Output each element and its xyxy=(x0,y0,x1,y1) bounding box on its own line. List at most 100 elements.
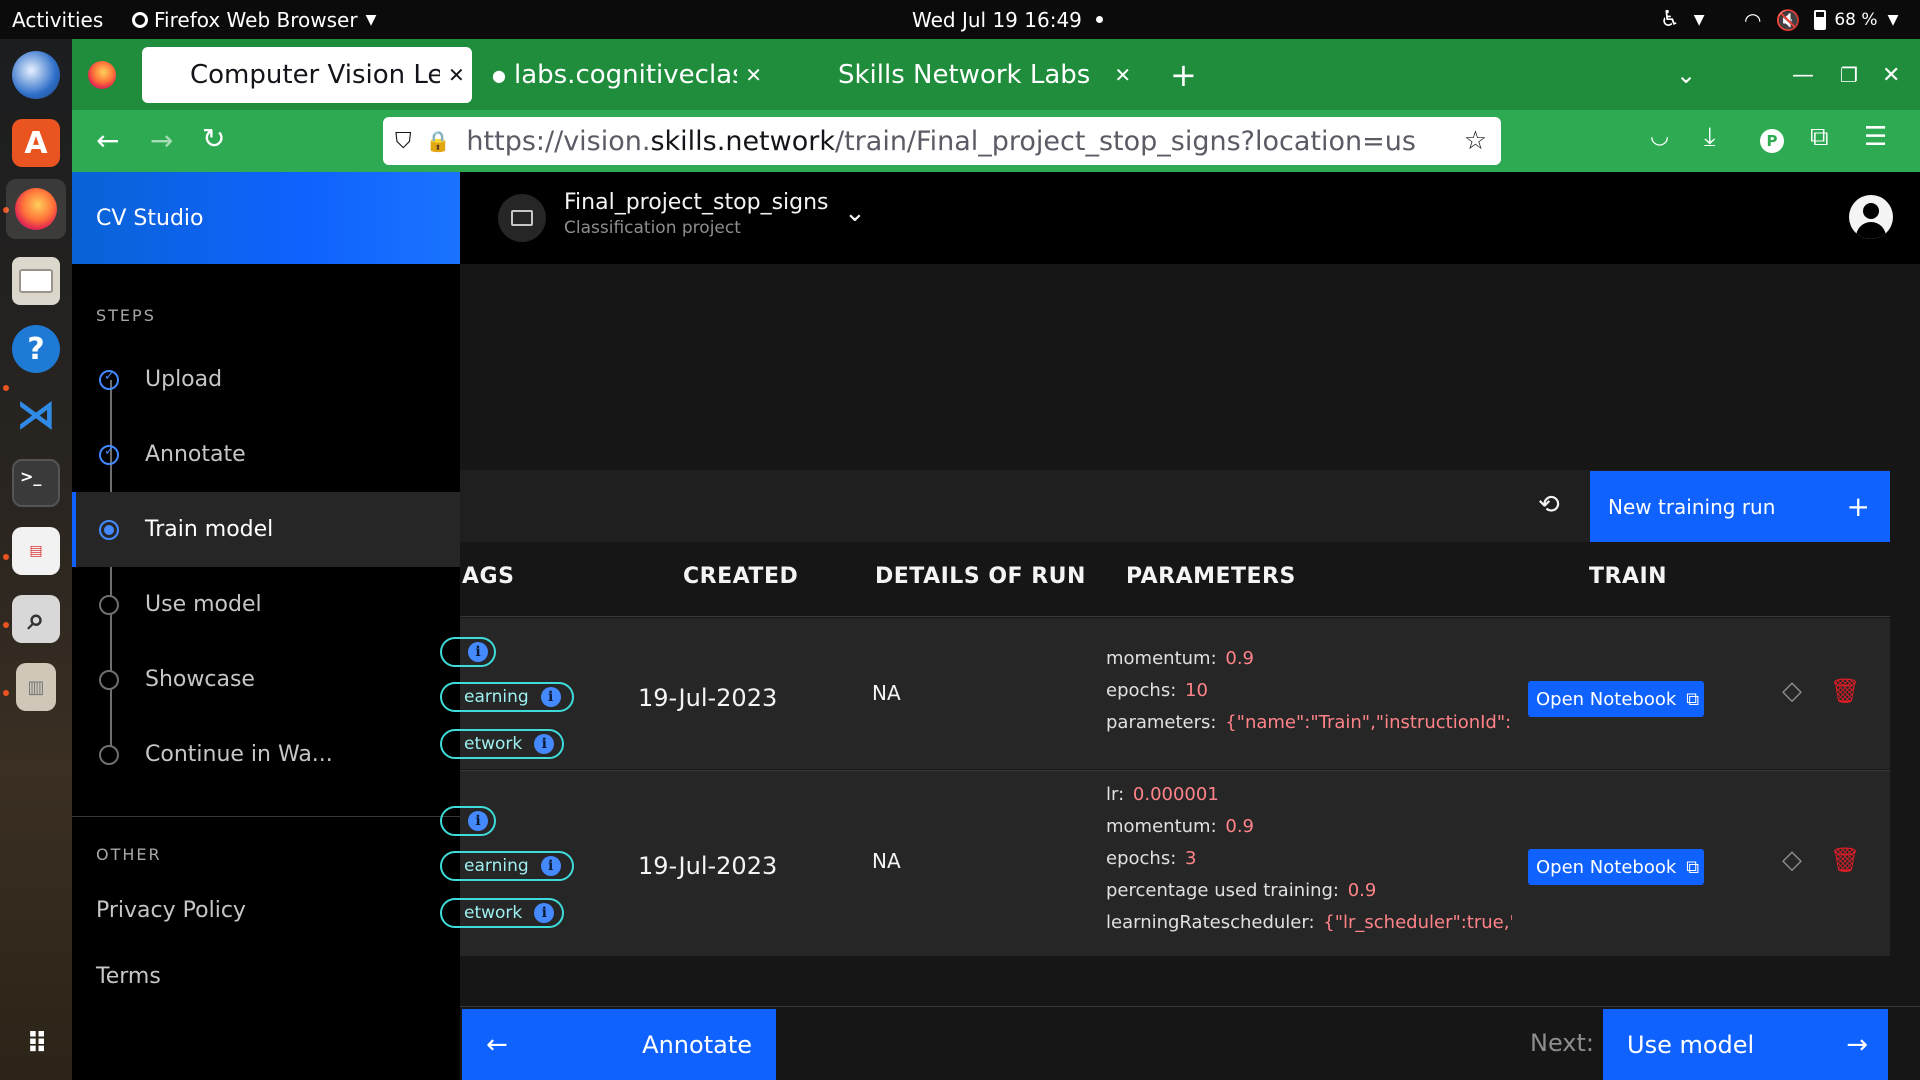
param-epochs: epochs: 10 xyxy=(1106,680,1512,701)
param-learning-rate-scheduler: learningRatescheduler: {"lr_scheduler":t… xyxy=(1106,912,1512,933)
firefox-small-icon xyxy=(132,11,148,28)
thunderbird-icon[interactable] xyxy=(12,51,60,99)
param-value: 0.000001 xyxy=(1129,784,1222,805)
param-percentage-used-training: percentage used training: 0.9 xyxy=(1106,880,1512,901)
info-icon[interactable]: i xyxy=(540,687,561,707)
tab-computer-vision[interactable]: Computer Vision Lea ✕ xyxy=(142,47,472,103)
step-footer: ← Annotate Next: Use model → xyxy=(460,1006,1920,1080)
brand-header[interactable]: CV Studio xyxy=(72,172,460,264)
app-center-icon[interactable]: A xyxy=(12,119,60,167)
delete-trash-icon[interactable]: 🗑 xyxy=(1830,846,1860,874)
param-key: momentum: xyxy=(1106,816,1217,837)
tab-labs-cognitiveclass[interactable]: ● labs.cognitiveclass.ai ✕ xyxy=(492,47,762,103)
restore-button[interactable]: ❐ xyxy=(1840,47,1858,103)
diamond-icon[interactable]: ◇ xyxy=(1782,845,1802,875)
list-all-tabs-button[interactable]: ⌄ xyxy=(1676,47,1696,103)
info-icon[interactable]: i xyxy=(540,856,561,876)
terminal-icon[interactable]: >_ xyxy=(12,459,60,507)
close-icon[interactable]: ✕ xyxy=(448,63,465,87)
tag-pill[interactable]: earning i xyxy=(440,682,574,712)
project-type: Classification project xyxy=(564,218,741,238)
step-upload[interactable]: ✓ Upload xyxy=(72,342,460,417)
lock-icon[interactable]: 🔒 xyxy=(426,129,451,153)
minimize-icon: — xyxy=(1792,62,1814,88)
document-viewer-icon[interactable]: ▤ xyxy=(12,527,60,575)
forward-arrow-icon[interactable]: → xyxy=(150,124,173,157)
step-train-model[interactable]: Train model xyxy=(72,492,460,567)
terms-link[interactable]: Terms xyxy=(96,964,161,989)
param-key: learningRatescheduler: xyxy=(1106,912,1315,933)
delete-trash-icon[interactable]: 🗑 xyxy=(1830,677,1860,705)
close-icon[interactable]: ✕ xyxy=(745,63,762,87)
running-indicator xyxy=(3,622,9,628)
files-icon[interactable] xyxy=(12,257,60,305)
archive-icon[interactable]: ▥ xyxy=(16,663,56,711)
tag-pill[interactable]: i xyxy=(440,806,496,836)
reload-icon[interactable]: ↻ xyxy=(202,122,225,155)
downloads-icon[interactable]: ⤓ xyxy=(1704,122,1716,153)
info-icon[interactable]: i xyxy=(534,734,555,754)
firefox-view-icon[interactable] xyxy=(88,61,116,89)
param-value: 0.9 xyxy=(1344,880,1380,901)
run-details: NA xyxy=(872,849,901,873)
created-date: 19-Jul-2023 xyxy=(638,852,778,880)
step-use-model[interactable]: Use model xyxy=(72,567,460,642)
shield-icon[interactable]: ⛉ xyxy=(395,129,412,154)
privacy-policy-link[interactable]: Privacy Policy xyxy=(96,898,246,923)
tab-skills-network-labs[interactable]: Skills Network Labs ✕ xyxy=(828,47,1131,103)
accessibility-icon: ♿ xyxy=(1660,7,1680,32)
info-icon[interactable]: i xyxy=(534,903,555,923)
tag-pill[interactable]: etwork i xyxy=(440,729,564,759)
help-icon[interactable]: ? xyxy=(12,325,60,373)
step-continue[interactable]: Continue in Wa... xyxy=(72,717,460,792)
hamburger-menu-icon[interactable]: ☰ xyxy=(1864,122,1887,152)
clock[interactable]: Wed Jul 19 16:49 xyxy=(912,0,1103,39)
diamond-icon[interactable]: ◇ xyxy=(1782,676,1802,706)
bookmark-star-icon[interactable]: ☆ xyxy=(1464,126,1487,156)
folder-shape xyxy=(19,269,53,293)
param-key: momentum: xyxy=(1106,648,1217,669)
next-use-model-button[interactable]: Use model → xyxy=(1603,1009,1888,1080)
sidebar-divider xyxy=(72,816,460,817)
step-showcase[interactable]: Showcase xyxy=(72,642,460,717)
tag-pill[interactable]: i xyxy=(440,637,496,667)
url-bar[interactable]: ⛉ 🔒 https://vision.skills.network/train/… xyxy=(383,117,1501,165)
new-training-run-label: New training run xyxy=(1608,494,1776,519)
open-notebook-button[interactable]: Open Notebook ⧉ xyxy=(1528,681,1704,717)
show-apps-icon[interactable]: ⠿ xyxy=(12,1019,60,1067)
image-viewer-icon[interactable]: ⌕ xyxy=(12,595,60,643)
accessibility-menu[interactable]: ♿ ▼ xyxy=(1660,0,1705,39)
tab-favicon-icon xyxy=(156,66,174,84)
close-icon[interactable]: ✕ xyxy=(1114,63,1131,87)
firefox-icon[interactable] xyxy=(6,179,66,239)
account-avatar[interactable]: P xyxy=(1760,129,1784,153)
info-icon[interactable]: i xyxy=(468,642,488,662)
app-menu[interactable]: Firefox Web Browser ▼ xyxy=(132,0,376,39)
user-avatar-icon[interactable] xyxy=(1849,195,1893,239)
param-value: {"lr_scheduler":true,"b xyxy=(1320,912,1512,933)
open-notebook-button[interactable]: Open Notebook ⧉ xyxy=(1528,849,1704,885)
battery-icon xyxy=(1814,9,1827,30)
back-to-annotate-button[interactable]: ← Annotate xyxy=(462,1009,776,1080)
new-training-run-button[interactable]: New training run + xyxy=(1590,471,1890,542)
app-menu-label: Firefox Web Browser xyxy=(154,7,358,32)
tag-label: earning xyxy=(464,856,529,876)
plus-icon: + xyxy=(1170,56,1197,94)
minimize-button[interactable]: — xyxy=(1792,47,1814,103)
new-tab-button[interactable]: + xyxy=(1170,47,1197,103)
close-window-button[interactable]: ✕ xyxy=(1882,47,1900,103)
info-icon[interactable]: i xyxy=(468,811,488,831)
tag-pill[interactable]: etwork i xyxy=(440,898,564,928)
system-menu[interactable]: ◠ 🔇 68 % ▼ xyxy=(1744,0,1898,39)
pocket-icon[interactable]: ◡ xyxy=(1650,124,1669,149)
tag-pill[interactable]: earning i xyxy=(440,851,574,881)
refresh-icon[interactable]: ⟲ xyxy=(1538,490,1560,520)
back-arrow-icon[interactable]: ← xyxy=(96,124,119,157)
step-annotate[interactable]: ✓ Annotate xyxy=(72,417,460,492)
checkmark-icon: ✓ xyxy=(99,369,119,390)
col-header-created[interactable]: CREATED xyxy=(683,564,798,589)
project-switcher-chevron-icon[interactable]: ⌄ xyxy=(844,198,866,228)
activities-button[interactable]: Activities xyxy=(12,0,103,39)
extensions-icon[interactable]: ⧉ xyxy=(1810,122,1829,153)
vscode-icon[interactable]: ⋊ xyxy=(12,391,60,439)
